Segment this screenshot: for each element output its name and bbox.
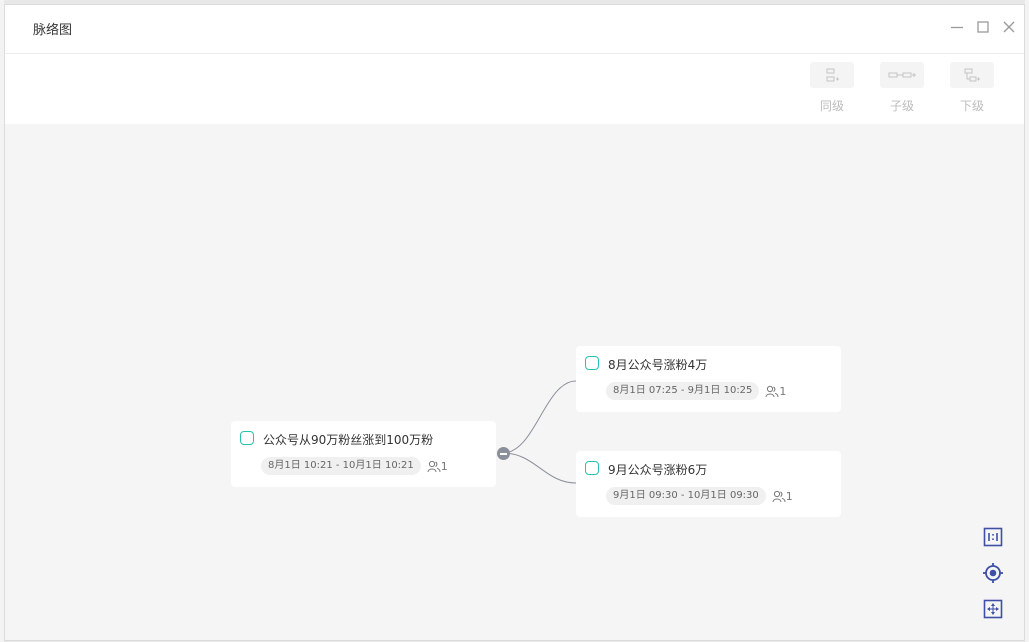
node-checkbox[interactable]: [240, 431, 254, 445]
connector-line: [502, 452, 577, 484]
node-checkbox[interactable]: [585, 356, 599, 370]
add-sibling-button[interactable]: 同级: [809, 62, 855, 114]
minimize-icon: [951, 26, 963, 29]
child-node[interactable]: 8月公众号涨粉4万 8月1日 07:25 - 9月1日 10:25 1: [576, 346, 841, 412]
close-icon: [1003, 21, 1015, 33]
sibling-node-icon: [826, 68, 839, 82]
people-icon: [772, 490, 786, 502]
mindmap-canvas[interactable]: 公众号从90万粉丝涨到100万粉 8月1日 10:21 - 10月1日 10:2…: [5, 124, 1024, 640]
date-range-badge: 8月1日 10:21 - 10月1日 10:21: [261, 457, 421, 475]
subordinate-node-icon: [964, 68, 980, 82]
member-count: 1: [440, 459, 448, 473]
connector-line: [502, 380, 577, 454]
title-bar: 脉络图: [5, 5, 1024, 54]
mindmap-dialog: 脉络图 同级 子级 下级 公众号从90万粉丝涨到100万粉 8月1日 10:21…: [4, 4, 1025, 641]
date-range-badge: 8月1日 07:25 - 9月1日 10:25: [606, 382, 760, 400]
node-checkbox[interactable]: [585, 461, 599, 475]
child-node-icon: [888, 72, 916, 78]
fit-view-icon: [983, 599, 1003, 619]
member-count: 1: [779, 384, 787, 398]
child-node[interactable]: 9月公众号涨粉6万 9月1日 09:30 - 10月1日 09:30 1: [576, 451, 841, 517]
locate-center-icon: [983, 563, 1003, 583]
date-range-badge: 9月1日 09:30 - 10月1日 09:30: [606, 487, 766, 505]
members: 1: [427, 460, 448, 473]
actual-size-icon: [983, 527, 1003, 547]
add-subordinate-button[interactable]: 下级: [949, 62, 995, 114]
background-app-right: [1025, 0, 1029, 642]
maximize-icon: [977, 21, 989, 33]
minimize-button[interactable]: [949, 19, 965, 35]
member-count: 1: [785, 489, 793, 503]
maximize-button[interactable]: [975, 19, 991, 35]
dialog-title: 脉络图: [33, 23, 73, 38]
members: 1: [772, 490, 793, 503]
close-button[interactable]: [1001, 19, 1017, 35]
actual-size-button[interactable]: [983, 527, 1003, 547]
add-sibling-label: 同级: [819, 99, 844, 113]
root-node[interactable]: 公众号从90万粉丝涨到100万粉 8月1日 10:21 - 10月1日 10:2…: [231, 421, 496, 487]
node-title: 9月公众号涨粉6万: [608, 463, 708, 477]
add-child-label: 子级: [889, 99, 914, 113]
toolbar: 同级 子级 下级: [5, 54, 1024, 124]
node-meta: 9月1日 09:30 - 10月1日 09:30 1: [606, 487, 793, 505]
locate-center-button[interactable]: [983, 563, 1003, 583]
node-meta: 8月1日 10:21 - 10月1日 10:21 1: [261, 457, 448, 475]
people-icon: [765, 385, 779, 397]
people-icon: [427, 460, 441, 472]
add-child-button[interactable]: 子级: [879, 62, 925, 114]
node-title: 公众号从90万粉丝涨到100万粉: [263, 433, 434, 447]
node-meta: 8月1日 07:25 - 9月1日 10:25 1: [606, 382, 786, 400]
members: 1: [765, 385, 786, 398]
connector-lines: [502, 380, 577, 484]
add-subordinate-label: 下级: [959, 99, 984, 113]
collapse-toggle[interactable]: [497, 447, 510, 460]
node-title: 8月公众号涨粉4万: [608, 358, 708, 372]
fit-view-button[interactable]: [983, 599, 1003, 619]
